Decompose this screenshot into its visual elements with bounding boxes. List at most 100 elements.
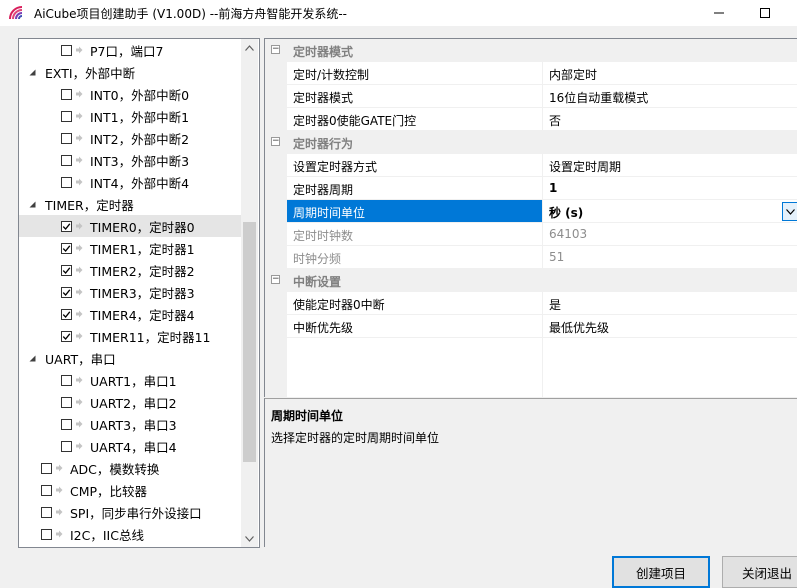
tree-item[interactable]: INT2，外部中断2 xyxy=(19,127,241,149)
tree-item[interactable]: CMP，比较器 xyxy=(19,479,241,501)
property-category[interactable]: − 中断设置 xyxy=(265,269,797,292)
property-name-cell[interactable]: 时钟分频 xyxy=(287,246,543,269)
checkbox-unchecked[interactable] xyxy=(61,418,72,430)
tree-item[interactable]: UART4，串口4 xyxy=(19,435,241,457)
tree-item[interactable]: UART3，串口3 xyxy=(19,413,241,435)
tree-item[interactable]: UART1，串口1 xyxy=(19,369,241,391)
dropdown-chevron-icon[interactable] xyxy=(782,202,797,221)
checkbox-checked[interactable] xyxy=(61,242,72,254)
property-row[interactable]: 时钟分频 51 xyxy=(265,246,797,269)
tree-item[interactable]: UART2，串口2 xyxy=(19,391,241,413)
property-name-cell[interactable]: 定时/计数控制 xyxy=(287,62,543,85)
category-label: 定时器行为 xyxy=(293,137,354,151)
tree-item-label: UART3，串口3 xyxy=(90,417,177,433)
tree-item[interactable]: TIMER2，定时器2 xyxy=(19,259,241,281)
property-value-cell[interactable]: 否 xyxy=(543,108,797,131)
scroll-thumb[interactable] xyxy=(243,222,256,462)
tree-item[interactable]: ADC，模数转换 xyxy=(19,457,241,479)
property-row[interactable]: 定时器模式 16位自动重载模式 xyxy=(265,85,797,108)
maximize-button[interactable] xyxy=(742,0,788,26)
collapse-triangle-icon[interactable] xyxy=(27,193,37,215)
tree-item[interactable]: EXTI，外部中断 xyxy=(19,61,241,83)
right-arrow-icon xyxy=(72,398,86,406)
checkbox-checked[interactable] xyxy=(61,308,72,320)
right-arrow-icon xyxy=(72,442,86,450)
category-collapse-icon[interactable]: − xyxy=(271,45,280,54)
checkbox-unchecked[interactable] xyxy=(41,528,52,540)
tree-item[interactable]: SPI，同步串行外设接口 xyxy=(19,501,241,523)
minimize-button[interactable] xyxy=(696,0,742,26)
checkbox-unchecked[interactable] xyxy=(61,44,72,56)
property-value-cell[interactable]: 最低优先级 xyxy=(543,315,797,338)
property-name-cell[interactable]: 定时时钟数 xyxy=(287,223,543,246)
property-row[interactable]: 定时器周期 1 xyxy=(265,177,797,200)
checkbox-checked[interactable] xyxy=(61,330,72,342)
checkbox-unchecked[interactable] xyxy=(61,176,72,188)
property-value-cell[interactable]: 设置定时周期 xyxy=(543,154,797,177)
tree-item[interactable]: UART，串口 xyxy=(19,347,241,369)
checkbox-unchecked[interactable] xyxy=(41,506,52,518)
checkbox-unchecked[interactable] xyxy=(61,396,72,408)
checkbox-unchecked[interactable] xyxy=(61,88,72,100)
tree-item[interactable]: TIMER11，定时器11 xyxy=(19,325,241,347)
scroll-up-arrow-icon[interactable] xyxy=(241,39,258,56)
property-name-cell[interactable]: 定时器0使能GATE门控 xyxy=(287,108,543,131)
checkbox-checked[interactable] xyxy=(61,264,72,276)
tree-item[interactable]: TIMER4，定时器4 xyxy=(19,303,241,325)
tree-scrollbar[interactable] xyxy=(241,39,258,547)
property-name-cell[interactable]: 定时器周期 xyxy=(287,177,543,200)
checkbox-unchecked[interactable] xyxy=(61,374,72,386)
property-row[interactable]: 定时时钟数 64103 xyxy=(265,223,797,246)
property-row[interactable]: 周期时间单位 秒 (s) xyxy=(265,200,797,223)
property-value-cell[interactable]: 秒 (s) xyxy=(543,200,797,223)
checkbox-unchecked[interactable] xyxy=(41,484,52,496)
category-collapse-icon[interactable]: − xyxy=(271,275,280,284)
property-name-cell[interactable]: 定时器模式 xyxy=(287,85,543,108)
property-value-cell[interactable]: 64103 xyxy=(543,223,797,246)
checkbox-unchecked[interactable] xyxy=(61,132,72,144)
tree-item[interactable]: TIMER0，定时器0 xyxy=(19,215,241,237)
category-collapse-icon[interactable]: − xyxy=(271,137,280,146)
property-row[interactable]: 定时/计数控制 内部定时 xyxy=(265,62,797,85)
tree-item[interactable]: INT1，外部中断1 xyxy=(19,105,241,127)
property-name-cell[interactable]: 中断优先级 xyxy=(287,315,543,338)
property-category[interactable]: − 定时器行为 xyxy=(265,131,797,154)
tree-item[interactable]: TIMER，定时器 xyxy=(19,193,241,215)
property-row[interactable]: 定时器0使能GATE门控 否 xyxy=(265,108,797,131)
property-value-cell[interactable]: 1 xyxy=(543,177,797,200)
checkbox-checked[interactable] xyxy=(61,286,72,298)
property-value: 64103 xyxy=(549,227,588,241)
tree-item[interactable]: INT3，外部中断3 xyxy=(19,149,241,171)
tree-item[interactable]: TIMER3，定时器3 xyxy=(19,281,241,303)
property-value-cell[interactable]: 16位自动重载模式 xyxy=(543,85,797,108)
property-name-cell[interactable]: 设置定时器方式 xyxy=(287,154,543,177)
peripheral-tree[interactable]: P7口，端口7 EXTI，外部中断 INT0，外部中断0 INT1，外部中断1 INT2… xyxy=(18,38,260,548)
property-value-cell[interactable]: 内部定时 xyxy=(543,62,797,85)
collapse-triangle-icon[interactable] xyxy=(27,347,37,369)
checkbox-checked[interactable] xyxy=(61,220,72,232)
property-row[interactable]: 中断优先级 最低优先级 xyxy=(265,315,797,338)
property-name-cell[interactable]: 使能定时器0中断 xyxy=(287,292,543,315)
tree-item[interactable]: INT4，外部中断4 xyxy=(19,171,241,193)
right-arrow-icon xyxy=(72,222,86,230)
tree-item[interactable]: P7口，端口7 xyxy=(19,39,241,61)
checkbox-unchecked[interactable] xyxy=(61,110,72,122)
checkbox-unchecked[interactable] xyxy=(61,154,72,166)
property-name-cell[interactable]: 周期时间单位 xyxy=(287,200,543,223)
right-arrow-icon xyxy=(72,310,86,318)
property-value-cell[interactable]: 51 xyxy=(543,246,797,269)
checkbox-unchecked[interactable] xyxy=(61,440,72,452)
collapse-triangle-icon[interactable] xyxy=(27,61,37,83)
checkbox-unchecked[interactable] xyxy=(41,462,52,474)
property-category[interactable]: − 定时器模式 xyxy=(265,39,797,62)
close-exit-button[interactable]: 关闭退出 xyxy=(722,556,797,588)
tree-item[interactable]: INT0，外部中断0 xyxy=(19,83,241,105)
scroll-down-arrow-icon[interactable] xyxy=(241,530,258,547)
create-project-button[interactable]: 创建项目 xyxy=(612,556,710,588)
tree-item[interactable]: TIMER1，定时器1 xyxy=(19,237,241,259)
property-grid[interactable]: − 定时器模式 定时/计数控制 内部定时 定时器模式 16位自动重载模式 定时器0使能GAT… xyxy=(264,38,797,397)
property-row[interactable]: 设置定时器方式 设置定时周期 xyxy=(265,154,797,177)
property-row[interactable]: 使能定时器0中断 是 xyxy=(265,292,797,315)
property-value-cell[interactable]: 是 xyxy=(543,292,797,315)
tree-item[interactable]: I2C，IIC总线 xyxy=(19,523,241,545)
